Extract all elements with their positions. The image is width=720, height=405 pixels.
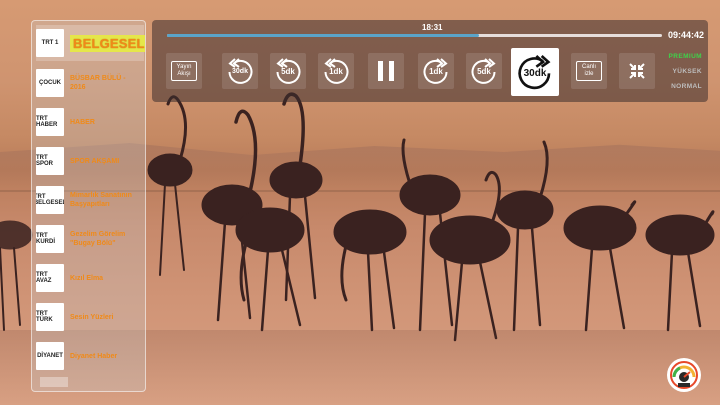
channel-item[interactable]: TRT HABER HABER	[36, 104, 144, 140]
channel-logo: TRT AVAZ	[36, 264, 64, 292]
rewind-5-button[interactable]: 5dk	[270, 53, 306, 89]
program-guide-button[interactable]: Yayın Akışı	[166, 53, 202, 89]
elapsed-time: 18:31	[422, 23, 443, 32]
rewind-1-button[interactable]: 1dk	[318, 53, 354, 89]
forward-1-label: 1dk	[429, 67, 443, 76]
channel-logo: TRT SPOR	[36, 147, 64, 175]
channel-logo: TRT HABER	[36, 108, 64, 136]
speedometer-icon	[670, 361, 698, 389]
channel-program-name: BELGESEL	[70, 34, 145, 52]
rewind-30-label: 30dk	[232, 68, 248, 75]
live-tv-icon: Canlı izle	[576, 61, 602, 81]
channel-logo: TRT KURDİ	[36, 225, 64, 253]
collapse-icon	[629, 63, 645, 79]
forward-5-button[interactable]: 5dk	[466, 53, 502, 89]
channel-program-name: Kızıl Elma	[70, 274, 104, 282]
watch-live-button[interactable]: Canlı izle	[571, 53, 607, 89]
channel-item[interactable]: TRT SPOR SPOR AKŞAMI	[36, 143, 144, 179]
channel-logo: TRT BELGESEL	[36, 186, 64, 214]
channel-program-name: Diyanet Haber	[70, 352, 118, 360]
app-logo-badge	[667, 358, 701, 392]
channel-logo: DİYANET	[36, 342, 64, 370]
channel-program-name: BÜSBAR BÜLÜ - 2016	[70, 75, 126, 91]
pause-button[interactable]	[368, 53, 404, 89]
channel-program-name: Mimarlık Sanatının Başyapıtları	[70, 192, 132, 208]
rewind-5-label: 5dk	[281, 67, 295, 76]
exit-fullscreen-button[interactable]	[619, 53, 655, 89]
forward-30-button[interactable]: 30dk	[511, 48, 559, 96]
channel-program-name: Sesin Yüzleri	[70, 313, 114, 321]
current-clock: 09:44:42	[667, 30, 704, 40]
tv-guide-icon: Yayın Akışı	[171, 61, 197, 81]
forward-5-label: 5dk	[477, 67, 491, 76]
rewind-30-button[interactable]: 30dk	[222, 53, 258, 89]
seek-bar-fill	[167, 34, 479, 37]
forward-30-label: 30dk	[523, 68, 547, 79]
quality-option-high[interactable]: YÜKSEK	[658, 68, 702, 75]
channel-program-name: SPOR AKŞAMI	[70, 157, 120, 165]
pause-icon	[378, 61, 394, 81]
channel-item[interactable]: TRT KURDİ Gezelim Görelim "Bugay Bölü"	[36, 221, 144, 257]
channel-item[interactable]: TRT 1 BELGESEL	[36, 25, 145, 61]
channel-logo: TRT TÜRK	[36, 303, 64, 331]
channel-program-name: HABER	[70, 118, 95, 126]
channel-item[interactable]: ÇOCUK BÜSBAR BÜLÜ - 2016	[36, 65, 144, 101]
channel-item[interactable]: TRT BELGESEL Mimarlık Sanatının Başyapıtl…	[36, 182, 144, 218]
seek-bar[interactable]	[167, 34, 662, 37]
channel-item[interactable]: DİYANET Diyanet Haber	[36, 338, 144, 374]
quality-option-premium[interactable]: PREMIUM	[658, 53, 702, 60]
channel-logo: TRT 1	[36, 29, 64, 57]
quality-option-normal[interactable]: NORMAL	[658, 83, 702, 90]
channel-logo: ÇOCUK	[36, 69, 64, 97]
rewind-1-label: 1dk	[329, 67, 343, 76]
scroll-indicator	[40, 377, 68, 387]
channel-program-name: Gezelim Görelim "Bugay Bölü"	[70, 231, 126, 247]
channel-list-panel[interactable]: TRT 1 BELGESEL ÇOCUK BÜSBAR BÜLÜ - 2016 TRT …	[31, 20, 146, 392]
channel-item[interactable]: TRT AVAZ Kızıl Elma	[36, 260, 144, 296]
forward-1-button[interactable]: 1dk	[418, 53, 454, 89]
channel-item[interactable]: TRT TÜRK Sesin Yüzleri	[36, 299, 144, 335]
player-control-bar: 18:31 09:44:42 Yayın Akışı 30dk 5dk 1dk	[152, 20, 708, 102]
